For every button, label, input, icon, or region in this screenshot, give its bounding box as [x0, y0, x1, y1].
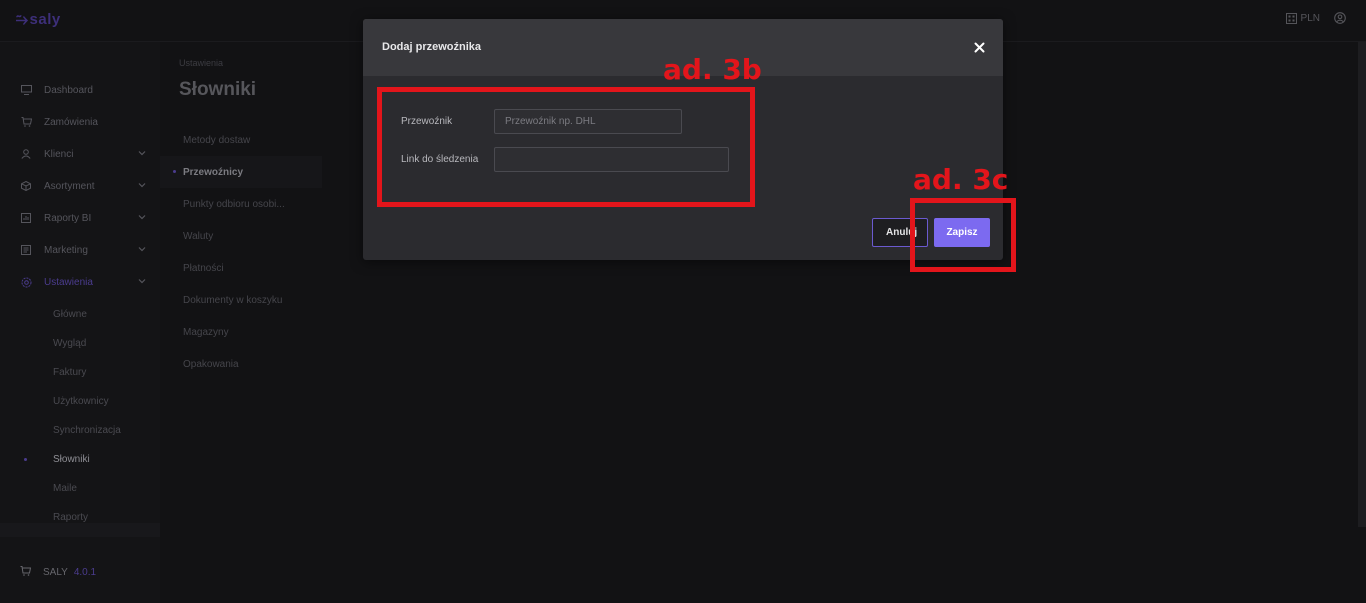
- annotation-label-3c: ad. 3c: [913, 163, 1009, 196]
- sidebar-item-label: Marketing: [44, 244, 88, 256]
- chevron-down-icon: [138, 215, 146, 220]
- dict-item-pickup-points[interactable]: Punkty odbioru osobi...: [160, 188, 322, 220]
- chevron-down-icon: [138, 183, 146, 188]
- modal-title: Dodaj przewoźnika: [382, 41, 482, 53]
- building-icon: [1285, 12, 1297, 24]
- sidebar-subitem-label: Raporty: [53, 512, 89, 523]
- sidebar-subitem-label: Użytkownicy: [53, 396, 109, 407]
- annotation-label-3b: ad. 3b: [663, 53, 762, 86]
- sidebar-item-label: Ustawienia: [44, 276, 93, 288]
- sidebar-subitem-label: Słowniki: [53, 454, 90, 465]
- sidebar-item-assortment[interactable]: Asortyment: [0, 170, 160, 202]
- chevron-down-icon: [138, 247, 146, 252]
- close-icon[interactable]: [974, 42, 985, 53]
- sidebar-item-settings[interactable]: Ustawienia: [0, 266, 160, 298]
- cart-icon: [20, 116, 32, 128]
- dict-item-label: Metody dostaw: [183, 134, 251, 146]
- sidebar-item-label: Raporty BI: [44, 212, 92, 224]
- sidebar-item-label: Asortyment: [44, 180, 95, 192]
- sidebar-item-dashboard[interactable]: Dashboard: [0, 74, 160, 106]
- chevron-down-icon: [138, 279, 146, 284]
- sidebar-item-orders[interactable]: Zamówienia: [0, 106, 160, 138]
- gear-icon: [20, 276, 32, 288]
- sidebar-subitem-dictionaries[interactable]: Słowniki: [0, 445, 160, 474]
- dictionary-menu: Metody dostaw Przewoźnicy Punkty odbioru…: [160, 124, 322, 380]
- dict-item-label: Dokumenty w koszyku: [183, 294, 283, 306]
- footer-label: SALY: [43, 567, 68, 578]
- sidebar-subitem-label: Wygląd: [53, 338, 87, 349]
- dict-item-warehouses[interactable]: Magazyny: [160, 316, 322, 348]
- box-icon: [20, 180, 32, 192]
- dict-item-label: Opakowania: [183, 358, 239, 370]
- dict-item-label: Waluty: [183, 230, 214, 242]
- dict-item-delivery-methods[interactable]: Metody dostaw: [160, 124, 322, 156]
- sidebar-subitem-sync[interactable]: Synchronizacja: [0, 416, 160, 445]
- sidebar-subitem-label: Faktury: [53, 367, 87, 378]
- account-icon[interactable]: [1334, 12, 1346, 24]
- dict-item-carriers[interactable]: Przewoźnicy: [160, 156, 322, 188]
- sidebar-subitem-users[interactable]: Użytkownicy: [0, 387, 160, 416]
- user-icon: [20, 148, 32, 160]
- app-logo[interactable]: ⥲saly: [16, 11, 61, 28]
- page-title: Słowniki: [179, 79, 257, 100]
- monitor-icon: [20, 84, 32, 96]
- page-scrollbar[interactable]: [1358, 42, 1366, 527]
- app-version: SALY 4.0.1: [20, 566, 96, 579]
- cart-icon: [20, 566, 32, 579]
- dict-item-label: Przewoźnicy: [183, 166, 244, 178]
- dict-item-label: Punkty odbioru osobi...: [183, 198, 285, 210]
- dict-item-payments[interactable]: Płatności: [160, 252, 322, 284]
- annotation-box-3c: [910, 198, 1016, 272]
- dict-item-label: Magazyny: [183, 326, 229, 338]
- currency-label: PLN: [1300, 12, 1320, 24]
- sidebar-nav: Dashboard Zamówienia Klienci Asortyment: [0, 74, 160, 532]
- logo-text: saly: [29, 11, 61, 28]
- sidebar-subitem-appearance[interactable]: Wygląd: [0, 329, 160, 358]
- dict-item-packaging[interactable]: Opakowania: [160, 348, 322, 380]
- report-icon: [20, 212, 32, 224]
- sidebar-item-label: Dashboard: [44, 84, 93, 96]
- sidebar-item-clients[interactable]: Klienci: [0, 138, 160, 170]
- dict-item-cart-documents[interactable]: Dokumenty w koszyku: [160, 284, 322, 316]
- sidebar-subitem-invoices[interactable]: Faktury: [0, 358, 160, 387]
- sidebar-item-label: Klienci: [44, 148, 74, 160]
- annotation-box-3b: [377, 87, 755, 207]
- sidebar-item-reports-bi[interactable]: Raporty BI: [0, 202, 160, 234]
- dict-item-label: Płatności: [183, 262, 224, 274]
- sidebar-subitem-label: Synchronizacja: [53, 425, 121, 436]
- chevron-down-icon: [138, 151, 146, 156]
- sidebar-item-marketing[interactable]: Marketing: [0, 234, 160, 266]
- sidebar: Dashboard Zamówienia Klienci Asortyment: [0, 42, 160, 603]
- sidebar-subitem-label: Maile: [53, 483, 77, 494]
- sidebar-subitem-main[interactable]: Główne: [0, 300, 160, 329]
- sidebar-subitem-mails[interactable]: Maile: [0, 474, 160, 503]
- sidebar-divider: [0, 523, 160, 537]
- marketing-icon: [20, 244, 32, 256]
- currency-switcher[interactable]: PLN: [1285, 12, 1320, 24]
- dict-item-currencies[interactable]: Waluty: [160, 220, 322, 252]
- logo-mark-icon: ⥲: [16, 11, 29, 28]
- version-number: 4.0.1: [73, 567, 97, 578]
- sidebar-item-label: Zamówienia: [44, 116, 98, 128]
- sidebar-subitem-label: Główne: [53, 309, 87, 320]
- breadcrumb[interactable]: Ustawienia: [179, 58, 223, 68]
